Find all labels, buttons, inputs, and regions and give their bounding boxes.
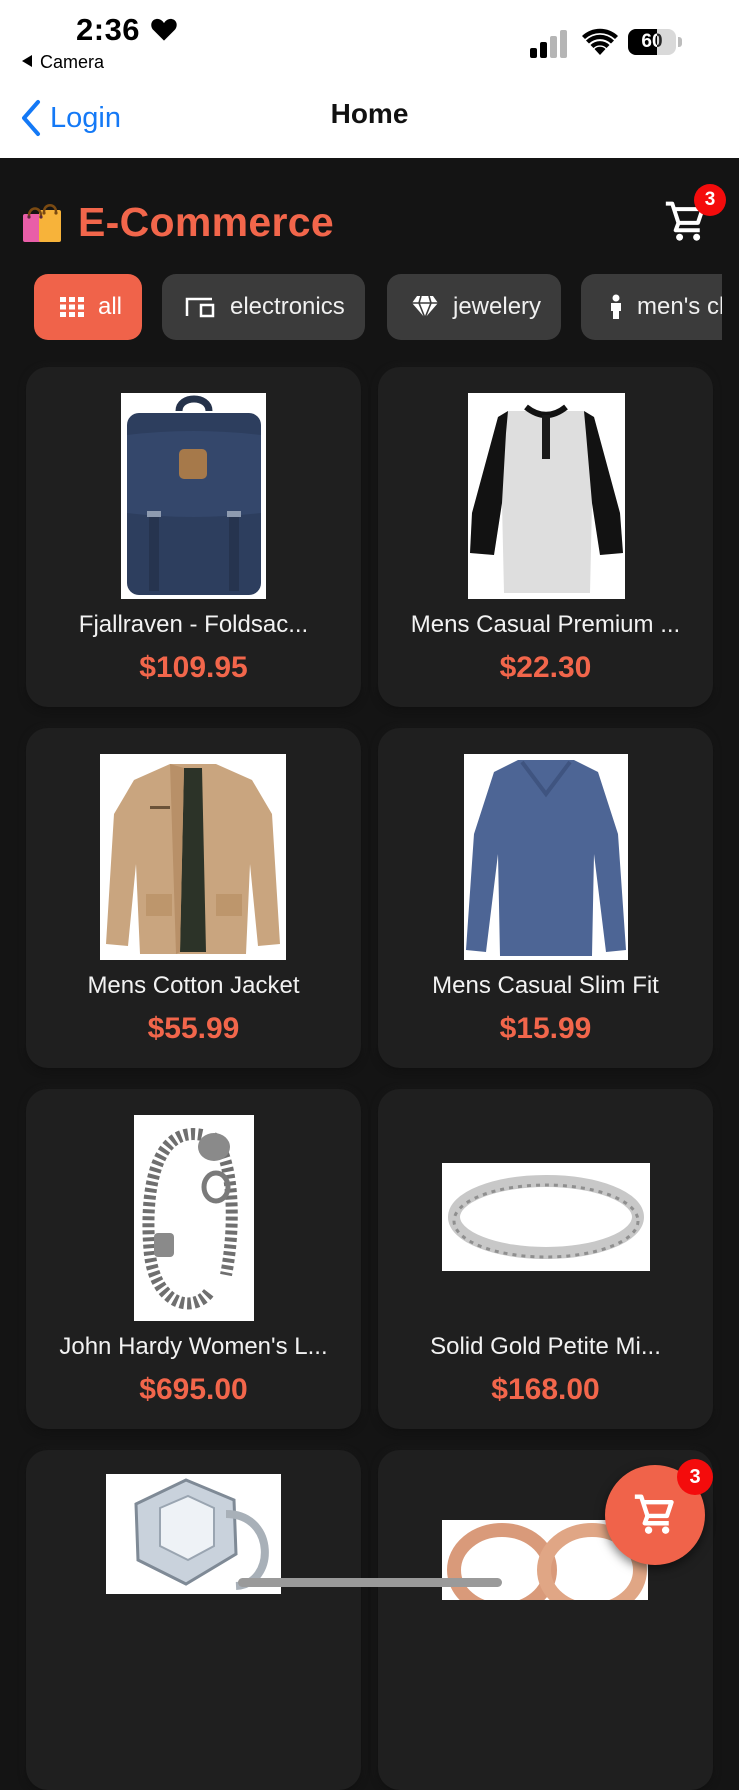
product-title: Fjallraven - Foldsac...	[78, 611, 309, 638]
brand-name: E-Commerce	[78, 198, 334, 245]
chevron-left-icon	[22, 100, 40, 136]
product-price: $15.99	[499, 1012, 592, 1045]
battery-indicator: 60	[628, 29, 684, 55]
category-label: jewelery	[453, 293, 542, 320]
product-title: Mens Casual Premium ...	[410, 611, 681, 638]
product-price: $109.95	[139, 651, 248, 684]
product-title: John Hardy Women's L...	[59, 1333, 328, 1360]
product-card[interactable]: Mens Casual Premium ... $22.30	[378, 367, 713, 707]
shopping-bags-icon	[23, 204, 61, 242]
floating-cart-button[interactable]: 3	[605, 1459, 713, 1565]
brand-header: E-Commerce	[18, 198, 334, 246]
category-bar[interactable]: all electronics jewelery men's clothing	[34, 274, 722, 340]
category-chip-jewelery[interactable]: jewelery	[387, 274, 561, 340]
back-triangle-icon	[22, 55, 32, 68]
fab-cart-count-badge: 3	[677, 1459, 713, 1495]
product-image-slim-fit-shirt	[464, 754, 628, 960]
product-image-raglan-shirt	[468, 393, 625, 599]
product-image-backpack	[121, 393, 266, 599]
cart-count-badge: 3	[694, 184, 726, 216]
category-label: men's clothing	[637, 293, 722, 320]
product-card[interactable]: Mens Casual Slim Fit $15.99	[378, 728, 713, 1068]
header-cart-button[interactable]: 3	[664, 184, 726, 248]
grid-icon	[60, 297, 84, 317]
diamond-icon	[412, 295, 438, 319]
product-image-cotton-jacket	[100, 754, 286, 960]
product-card[interactable]: Mens Cotton Jacket $55.99	[26, 728, 361, 1068]
product-image-gold-ring	[442, 1163, 650, 1271]
product-price: $55.99	[147, 1012, 240, 1045]
battery-percent: 60	[641, 31, 663, 52]
product-image-diamond-ring	[106, 1474, 281, 1594]
category-label: all	[98, 293, 123, 320]
product-card[interactable]: John Hardy Women's L... $695.00	[26, 1089, 361, 1429]
product-price: $695.00	[139, 1373, 248, 1406]
product-image-dragon-bracelet	[134, 1115, 254, 1321]
category-chip-all[interactable]: all	[34, 274, 142, 340]
product-title: Mens Casual Slim Fit	[432, 972, 659, 999]
login-back-button[interactable]: Login	[20, 96, 121, 140]
laptop-icon	[185, 297, 215, 318]
product-card[interactable]: Solid Gold Petite Mi... $168.00	[378, 1089, 713, 1429]
category-chip-electronics[interactable]: electronics	[162, 274, 365, 340]
product-card[interactable]: Fjallraven - Foldsac... $109.95	[26, 367, 361, 707]
category-label: electronics	[230, 293, 345, 320]
product-price: $22.30	[499, 651, 592, 684]
top-header: 2:36 Camera 60 Login Home	[0, 0, 739, 158]
back-label: Login	[50, 101, 121, 134]
back-to-camera[interactable]: Camera	[22, 52, 104, 73]
product-card[interactable]	[26, 1450, 361, 1790]
product-title: Solid Gold Petite Mi...	[430, 1333, 661, 1360]
heart-icon	[151, 18, 177, 41]
wifi-icon	[582, 28, 618, 55]
home-indicator[interactable]	[238, 1578, 502, 1587]
person-icon	[611, 294, 621, 319]
status-time: 2:36	[76, 12, 141, 47]
shopping-cart-icon	[634, 1494, 674, 1534]
back-app-label: Camera	[40, 52, 105, 72]
cellular-signal-icon	[530, 30, 567, 58]
category-chip-mens-clothing[interactable]: men's clothing	[581, 274, 722, 340]
product-price: $168.00	[491, 1373, 600, 1406]
product-title: Mens Cotton Jacket	[87, 972, 300, 999]
